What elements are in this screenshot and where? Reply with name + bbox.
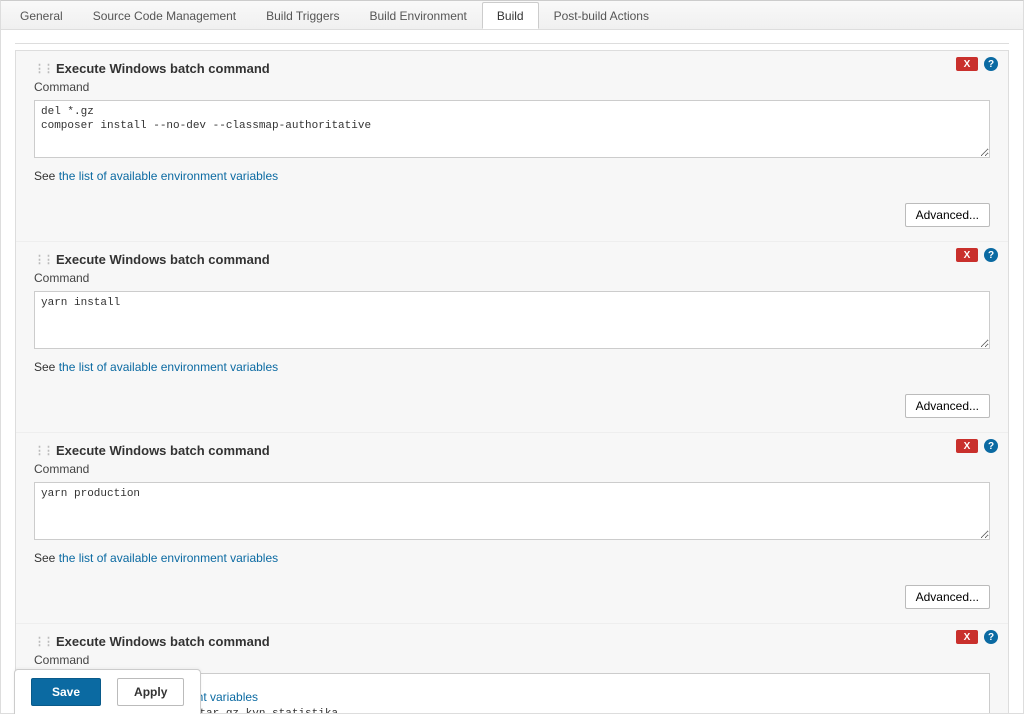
- drag-handle-icon[interactable]: ⋮⋮: [34, 62, 52, 75]
- step-title: Execute Windows batch command: [56, 443, 270, 458]
- tab-build-environment[interactable]: Build Environment: [355, 2, 482, 28]
- tab-post-build-actions[interactable]: Post-build Actions: [539, 2, 664, 28]
- delete-step-button[interactable]: X: [956, 248, 978, 262]
- drag-handle-icon[interactable]: ⋮⋮: [34, 444, 52, 457]
- command-textarea[interactable]: [34, 291, 990, 349]
- advanced-button[interactable]: Advanced...: [905, 203, 990, 227]
- tab-source-code-management[interactable]: Source Code Management: [78, 2, 251, 28]
- delete-step-button[interactable]: X: [956, 57, 978, 71]
- help-icon[interactable]: ?: [984, 630, 998, 644]
- delete-step-button[interactable]: X: [956, 630, 978, 644]
- panel-truncated-top: [15, 36, 1009, 44]
- command-label: Command: [34, 653, 990, 667]
- advanced-button[interactable]: Advanced...: [905, 394, 990, 418]
- env-vars-link[interactable]: the list of available environment variab…: [59, 360, 278, 374]
- tab-build-triggers[interactable]: Build Triggers: [251, 2, 354, 28]
- command-label: Command: [34, 271, 990, 285]
- help-icon[interactable]: ?: [984, 248, 998, 262]
- save-button[interactable]: Save: [31, 678, 101, 706]
- build-step: X? ⋮⋮ Execute Windows batch command Command…: [16, 241, 1008, 432]
- env-vars-note: See the list of available environment va…: [34, 169, 990, 183]
- step-title: Execute Windows batch command: [56, 61, 270, 76]
- help-icon[interactable]: ?: [984, 57, 998, 71]
- build-steps-panel: X? ⋮⋮ Execute Windows batch command Command…: [15, 50, 1009, 714]
- build-step: X? ⋮⋮ Execute Windows batch command Command…: [16, 51, 1008, 241]
- drag-handle-icon[interactable]: ⋮⋮: [34, 253, 52, 266]
- command-label: Command: [34, 80, 990, 94]
- tab-general[interactable]: General: [5, 2, 78, 28]
- build-step: X? ⋮⋮ Execute Windows batch command Command…: [16, 432, 1008, 623]
- env-vars-note: See the list of available environment va…: [34, 551, 990, 565]
- apply-button[interactable]: Apply: [117, 678, 184, 706]
- env-vars-link[interactable]: the list of available environment variab…: [59, 169, 278, 183]
- config-tabs: GeneralSource Code ManagementBuild Trigg…: [0, 0, 1024, 30]
- tab-build[interactable]: Build: [482, 2, 539, 29]
- drag-handle-icon[interactable]: ⋮⋮: [34, 635, 52, 648]
- env-vars-note: See the list of available environment va…: [34, 360, 990, 374]
- step-title: Execute Windows batch command: [56, 252, 270, 267]
- command-label: Command: [34, 462, 990, 476]
- help-icon[interactable]: ?: [984, 439, 998, 453]
- env-vars-link[interactable]: the list of available environment variab…: [59, 551, 278, 565]
- build-section: X? ⋮⋮ Execute Windows batch command Command…: [0, 30, 1024, 714]
- command-textarea[interactable]: [34, 482, 990, 540]
- advanced-button[interactable]: Advanced...: [905, 585, 990, 609]
- command-textarea[interactable]: [34, 100, 990, 158]
- footer-actions: Save Apply: [14, 669, 201, 714]
- step-title: Execute Windows batch command: [56, 634, 270, 649]
- delete-step-button[interactable]: X: [956, 439, 978, 453]
